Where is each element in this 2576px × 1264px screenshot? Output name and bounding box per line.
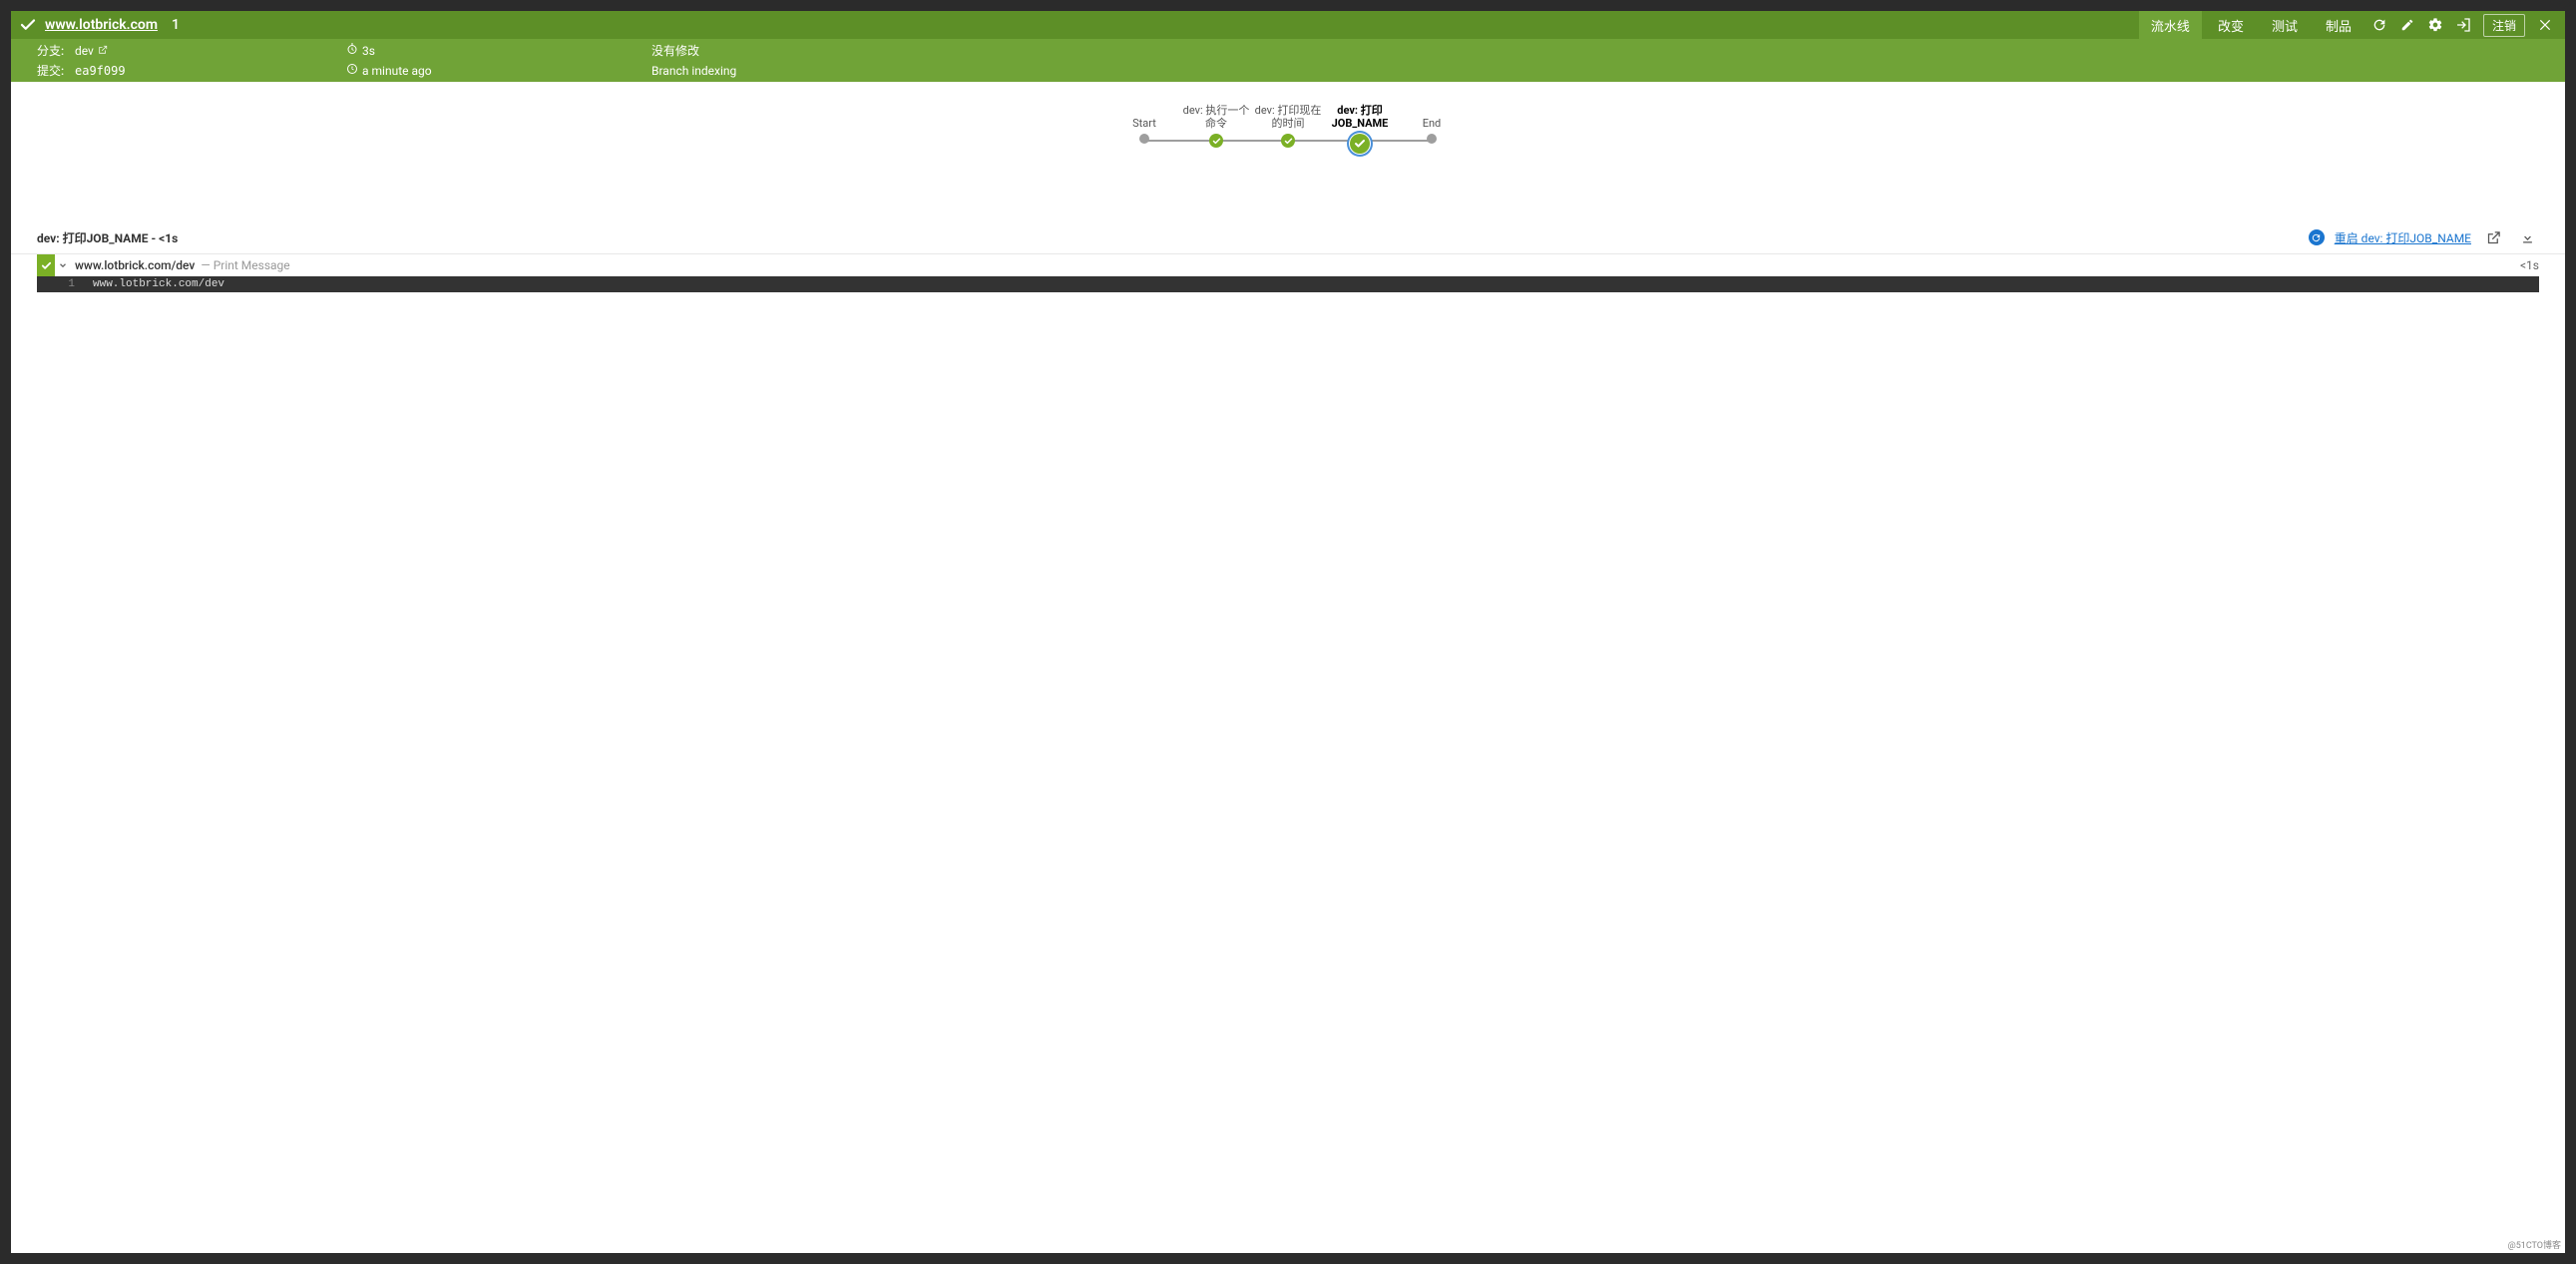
commit-label: 提交: [37,62,75,79]
restart-stage-link[interactable]: 重启 dev: 打印JOB_NAME [2335,229,2471,246]
console-text: www.lotbrick.com/dev [93,278,224,290]
open-new-window-icon[interactable] [2481,225,2505,249]
time-ago-value: a minute ago [362,64,432,78]
stage-title: dev: 打印JOB_NAME - <1s [37,229,178,246]
step-name: www.lotbrick.com/dev [75,258,195,272]
edit-icon[interactable] [2395,13,2419,37]
pipeline-stage: End [1396,102,1468,144]
success-check-icon [19,16,37,34]
changes-value: 没有修改 [651,42,699,59]
tab-changes[interactable]: 改变 [2206,11,2256,39]
commit-hash: ea9f099 [75,64,126,78]
rerun-icon[interactable] [2367,13,2391,37]
tab-tests[interactable]: 测试 [2260,11,2310,39]
pipeline-stage[interactable]: dev: 打印JOB_NAME [1324,102,1396,154]
tab-pipeline[interactable]: 流水线 [2139,11,2202,39]
tab-artifacts[interactable]: 制品 [2314,11,2363,39]
stage-label: dev: 执行一个命令 [1180,102,1252,130]
pipeline-graph: Start dev: 执行一个命令dev: 打印现在的时间dev: 打印JOB_N… [11,82,2565,221]
external-link-icon[interactable] [98,44,108,58]
branch-value: dev [75,44,94,58]
breadcrumb-job-link[interactable]: www.lotbrick.com [45,17,158,33]
duration-value: 3s [362,44,375,58]
stage-node-dot [1139,134,1149,144]
branch-label: 分支: [37,42,75,59]
settings-gear-icon[interactable] [2423,13,2447,37]
stopwatch-icon [346,43,358,58]
step-duration: <1s [2520,258,2539,272]
stage-info-bar: dev: 打印JOB_NAME - <1s 重启 dev: 打印JOB_NAME [11,221,2565,254]
clock-icon [346,63,358,78]
watermark: @51CTO博客 [2508,1238,2561,1251]
restart-badge-icon [2309,229,2325,245]
top-header: www.lotbrick.com 1 流水线 改变 测试 制品 注销 [11,11,2565,39]
step-success-icon [37,254,55,276]
step-row[interactable]: www.lotbrick.com/dev — Print Message <1s [37,254,2539,276]
stage-label: dev: 打印JOB_NAME [1324,102,1396,130]
stage-node-success-icon[interactable] [1350,134,1370,154]
download-icon[interactable] [2515,225,2539,249]
run-number: 1 [172,17,180,33]
stage-label: dev: 打印现在的时间 [1252,102,1324,130]
classic-view-icon[interactable] [2451,13,2475,37]
stage-node-success-icon[interactable] [1209,134,1223,148]
stage-node-success-icon[interactable] [1281,134,1295,148]
step-description: — Print Message [201,258,289,272]
sub-header: 分支: dev 提交: ea9f099 [11,39,2565,82]
cause-value: Branch indexing [651,64,736,78]
stage-label: Start [1132,102,1156,130]
stage-node-dot [1427,134,1437,144]
close-icon[interactable] [2533,13,2557,37]
console-line: 1 www.lotbrick.com/dev [37,276,2539,292]
logout-button[interactable]: 注销 [2483,14,2525,37]
pipeline-stage: Start [1108,102,1180,144]
stage-label: End [1423,102,1442,130]
chevron-down-icon[interactable] [55,260,71,270]
console-line-number: 1 [37,278,93,290]
